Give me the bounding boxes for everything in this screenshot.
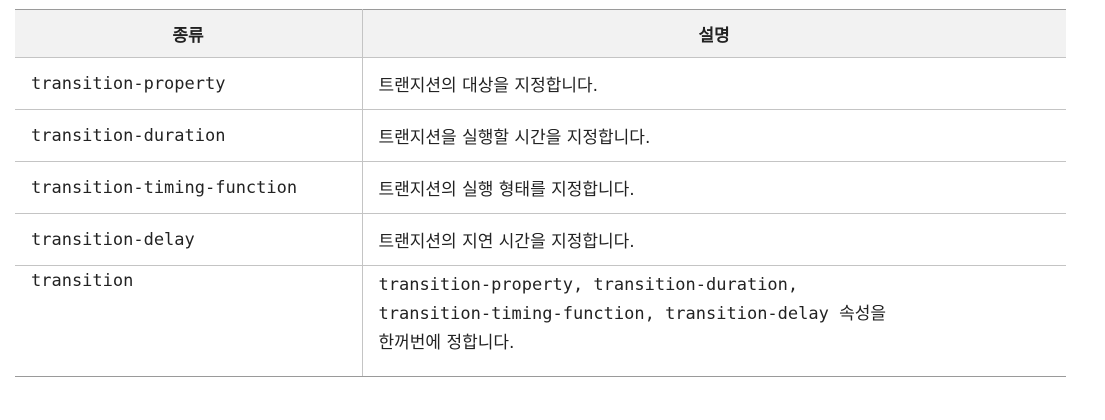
description-line: transition-property, transition-duration… xyxy=(378,275,799,295)
property-description: 트랜지션의 실행 형태를 지정합니다. xyxy=(362,161,1066,214)
header-description: 설명 xyxy=(362,9,1066,58)
table-row: transition transition-property, transiti… xyxy=(15,265,1066,377)
transition-properties-table: 종류 설명 transition-property 트랜지션의 대상을 지정합니… xyxy=(15,9,1066,377)
property-name: transition-delay xyxy=(15,213,363,266)
table-row: transition-duration 트랜지션을 실행할 시간을 지정합니다. xyxy=(15,109,1066,162)
property-name: transition-timing-function xyxy=(15,161,363,214)
table-row: transition-property 트랜지션의 대상을 지정합니다. xyxy=(15,57,1066,110)
description-line: 한꺼번에 정합니다. xyxy=(378,333,515,353)
table-row: transition-timing-function 트랜지션의 실행 형태를 … xyxy=(15,161,1066,214)
property-name: transition-duration xyxy=(15,109,363,162)
property-description: 트랜지션을 실행할 시간을 지정합니다. xyxy=(362,109,1066,162)
property-description: 트랜지션의 지연 시간을 지정합니다. xyxy=(362,213,1066,266)
table-row: transition-delay 트랜지션의 지연 시간을 지정합니다. xyxy=(15,213,1066,266)
property-description: transition-property, transition-duration… xyxy=(362,265,1066,377)
property-description: 트랜지션의 대상을 지정합니다. xyxy=(362,57,1066,110)
description-line: transition-timing-function, transition-d… xyxy=(378,304,887,324)
property-name: transition-property xyxy=(15,57,363,110)
property-name: transition xyxy=(15,265,363,377)
table-body: transition-property 트랜지션의 대상을 지정합니다. tra… xyxy=(15,57,1066,377)
header-type: 종류 xyxy=(15,9,363,58)
table-header: 종류 설명 xyxy=(15,9,1066,58)
header-row: 종류 설명 xyxy=(15,9,1066,58)
